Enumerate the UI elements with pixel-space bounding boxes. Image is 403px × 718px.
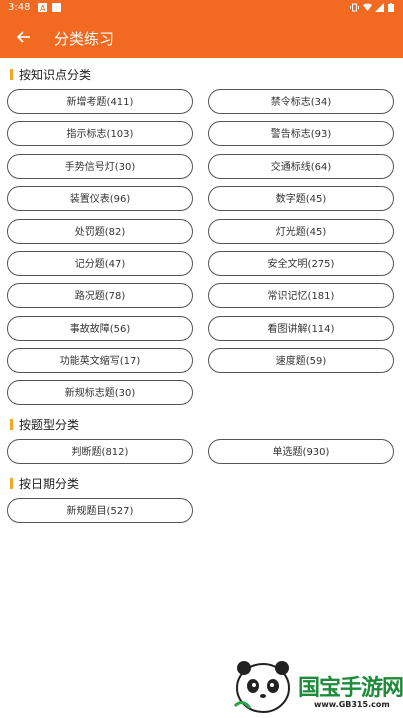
section-label: 按日期分类 <box>19 477 80 491</box>
signal-icon <box>375 3 384 12</box>
back-arrow-icon[interactable] <box>14 27 34 47</box>
page-title: 分类练习 <box>54 30 115 48</box>
category-button[interactable]: 功能英文缩写(17) <box>7 348 193 373</box>
category-button[interactable]: 交通标线(64) <box>208 154 394 179</box>
panda-logo-icon <box>233 661 290 713</box>
category-button[interactable]: 速度题(59) <box>208 348 394 373</box>
battery-icon <box>388 3 394 12</box>
status-time: 3:48 <box>8 2 31 13</box>
category-button[interactable]: 处罚题(82) <box>7 219 193 244</box>
section-knowledge: 按知识点分类 <box>10 66 91 83</box>
category-button[interactable]: 数字题(45) <box>208 186 394 211</box>
section-label: 按题型分类 <box>19 418 80 432</box>
notification-a-icon: A <box>38 3 47 12</box>
category-button[interactable]: 装置仪表(96) <box>7 186 193 211</box>
category-button[interactable]: 安全文明(275) <box>208 251 394 276</box>
section-label: 按知识点分类 <box>19 68 92 82</box>
category-button[interactable]: 警告标志(93) <box>208 121 394 146</box>
section-date: 按日期分类 <box>10 475 79 492</box>
category-button[interactable]: 判断题(812) <box>7 439 193 464</box>
category-button[interactable]: 新规标志题(30) <box>7 380 193 405</box>
section-marker <box>10 69 13 80</box>
category-button[interactable]: 新增考题(411) <box>7 89 193 114</box>
wifi-icon <box>363 3 372 11</box>
watermark: 国宝手游网 www.GB315.com <box>224 652 403 718</box>
category-button[interactable]: 指示标志(103) <box>7 121 193 146</box>
svg-text:A: A <box>40 4 46 12</box>
notification-square-icon <box>52 3 61 12</box>
vibrate-icon <box>350 3 359 12</box>
category-button[interactable]: 新规题目(527) <box>7 498 193 523</box>
category-button[interactable]: 禁令标志(34) <box>208 89 394 114</box>
category-button[interactable]: 常识记忆(181) <box>208 283 394 308</box>
section-marker <box>10 419 13 430</box>
category-button[interactable]: 单选题(930) <box>208 439 394 464</box>
category-button[interactable]: 灯光题(45) <box>208 219 394 244</box>
section-type: 按题型分类 <box>10 416 79 433</box>
category-button[interactable]: 手势信号灯(30) <box>7 154 193 179</box>
watermark-text: 国宝手游网 <box>298 676 403 701</box>
category-button[interactable]: 记分题(47) <box>7 251 193 276</box>
category-button[interactable]: 事故故障(56) <box>7 316 193 341</box>
category-button[interactable]: 路况题(78) <box>7 283 193 308</box>
section-marker <box>10 478 13 489</box>
app-bar: 分类练习 <box>0 17 403 58</box>
watermark-url: www.GB315.com <box>314 700 390 709</box>
status-bar: 3:48 A <box>0 0 403 17</box>
category-button[interactable]: 看图讲解(114) <box>208 316 394 341</box>
